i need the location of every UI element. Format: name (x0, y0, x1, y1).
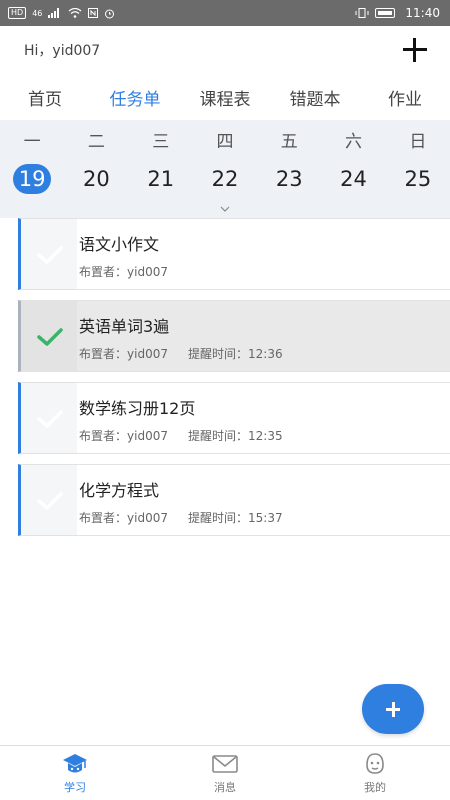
date-number: 21 (147, 167, 175, 191)
date-cell-selected[interactable]: 19 (0, 164, 64, 194)
task-title: 化学方程式 (79, 481, 160, 500)
task-item[interactable]: 数学练习册12页 布置者：yid007 提醒时间：12:35 (18, 382, 450, 454)
assigner-label: 布置者： (79, 347, 128, 361)
assigner-value: yid007 (127, 347, 168, 361)
date-cell[interactable]: 24 (321, 163, 385, 195)
weekday-label: 三 (152, 131, 170, 152)
tab-task-list[interactable]: 任务单 (90, 85, 180, 110)
weekday-label: 四 (216, 131, 234, 152)
network-type: 46 (32, 8, 43, 18)
task-check-area[interactable] (21, 301, 77, 371)
date-number: 24 (340, 167, 367, 191)
weekday-label: 一 (23, 131, 41, 152)
battery-icon (375, 8, 396, 18)
chevron-down-icon[interactable] (220, 204, 230, 214)
date-cell[interactable]: 25 (386, 163, 450, 195)
check-icon[interactable] (37, 491, 63, 511)
remind-label: 提醒时间： (187, 429, 248, 443)
date-cell[interactable]: 22 (193, 163, 257, 195)
tab-homework[interactable]: 作业 (360, 85, 450, 110)
remind-time: 15:37 (248, 511, 283, 525)
tab-home[interactable]: 首页 (0, 85, 90, 110)
assigner-value: yid007 (127, 265, 168, 279)
greeting-text: Hi，yid007 (24, 43, 101, 59)
task-meta: 布置者：yid007 提醒时间：15:37 (79, 509, 283, 526)
task-item-completed[interactable]: 英语单词3遍 布置者：yid007 提醒时间：12:36 (18, 300, 450, 372)
date-number: 19 (13, 164, 52, 194)
task-check-area[interactable] (21, 219, 77, 289)
nav-label: 消息 (214, 781, 236, 794)
vibrate-icon (355, 8, 369, 18)
check-icon[interactable] (37, 327, 63, 347)
task-item[interactable]: 化学方程式 布置者：yid007 提醒时间：15:37 (18, 464, 450, 536)
remind-time: 12:35 (248, 429, 283, 443)
assigner-label: 布置者： (79, 265, 128, 279)
date-number: 25 (404, 167, 432, 191)
bottom-nav: 学习 消息 我的 (0, 745, 450, 800)
date-number: 23 (275, 167, 303, 191)
hd-indicator: HD (8, 7, 27, 19)
weekday-row: 一 二 三 四 五 六 日 (0, 120, 450, 158)
weekday-label: 六 (345, 131, 363, 152)
date-cell[interactable]: 21 (129, 163, 193, 195)
envelope-icon (212, 755, 238, 773)
nav-messages[interactable]: 消息 (150, 746, 300, 800)
weekday-label: 二 (87, 131, 105, 152)
task-item[interactable]: 语文小作文 布置者：yid007 (18, 218, 450, 290)
task-meta: 布置者：yid007 (79, 263, 168, 280)
task-meta: 布置者：yid007 提醒时间：12:35 (79, 427, 283, 444)
remind-time: 12:36 (248, 347, 283, 361)
wifi-icon (68, 8, 82, 18)
nav-label: 我的 (364, 781, 386, 794)
nav-profile[interactable]: 我的 (300, 746, 450, 800)
check-icon[interactable] (37, 409, 63, 429)
task-check-area[interactable] (21, 383, 77, 453)
tab-schedule[interactable]: 课程表 (180, 85, 270, 110)
weekday-label: 日 (409, 131, 427, 152)
clock-time: 11:40 (405, 6, 440, 20)
tab-mistake-book[interactable]: 错题本 (270, 85, 360, 110)
tab-bar: 首页 任务单 课程表 错题本 作业 (0, 74, 450, 120)
app-header: Hi，yid007 (0, 26, 450, 74)
graduation-cap-icon (63, 754, 87, 773)
task-title: 语文小作文 (79, 235, 160, 254)
date-row: 19 20 21 22 23 24 25 (0, 158, 450, 200)
add-task-fab[interactable] (362, 684, 424, 734)
alarm-icon (105, 9, 115, 18)
date-number: 20 (83, 167, 110, 191)
add-button[interactable] (402, 37, 428, 63)
remind-label: 提醒时间： (187, 347, 248, 361)
status-bar: HD 46 11:40 (0, 0, 450, 26)
week-calendar: 一 二 三 四 五 六 日 19 20 21 22 23 24 25 (0, 120, 450, 218)
nav-study[interactable]: 学习 (0, 746, 150, 800)
check-icon[interactable] (37, 245, 63, 265)
task-check-area[interactable] (21, 465, 77, 535)
task-title: 英语单词3遍 (79, 317, 170, 336)
assigner-label: 布置者： (79, 511, 128, 525)
task-title: 数学练习册12页 (79, 399, 196, 418)
remind-label: 提醒时间： (187, 511, 248, 525)
nav-label: 学习 (64, 781, 86, 794)
signal-icon (48, 8, 60, 18)
date-number: 22 (211, 167, 239, 191)
assigner-value: yid007 (127, 429, 168, 443)
profile-face-icon (366, 753, 384, 774)
nfc-icon (88, 8, 99, 18)
date-cell[interactable]: 23 (257, 163, 321, 195)
assigner-value: yid007 (127, 511, 168, 525)
task-meta: 布置者：yid007 提醒时间：12:36 (79, 345, 283, 362)
assigner-label: 布置者： (79, 429, 128, 443)
date-cell[interactable]: 20 (64, 163, 128, 195)
weekday-label: 五 (280, 131, 298, 152)
